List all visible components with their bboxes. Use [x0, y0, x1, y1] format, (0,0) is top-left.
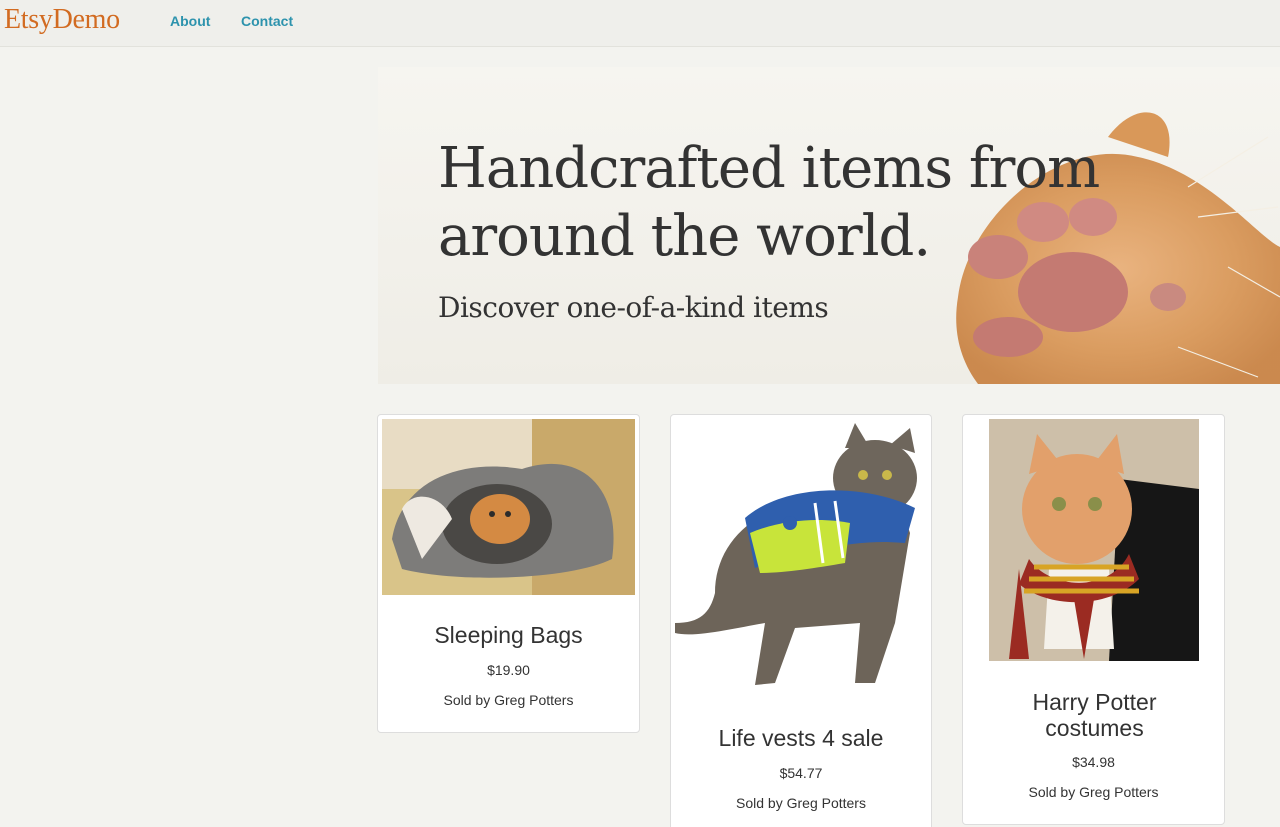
product-seller: Sold by Greg Potters [736, 795, 866, 811]
brand-logo-link[interactable]: EtsyDemo [4, 4, 120, 36]
product-price: $54.77 [779, 765, 823, 781]
product-title[interactable]: Harry Potter costumes [1003, 689, 1186, 741]
product-image-sleeping-bag[interactable] [382, 419, 635, 595]
hero-banner: Handcrafted items from around the world.… [378, 67, 1280, 384]
nav-link-about[interactable]: About [170, 13, 210, 29]
product-image-harry-potter-costume[interactable] [989, 419, 1199, 661]
product-card[interactable]: Life vests 4 sale $54.77 Sold by Greg Po… [670, 414, 932, 827]
product-image-life-vest[interactable] [675, 423, 927, 695]
product-seller: Sold by Greg Potters [1028, 784, 1159, 800]
product-card[interactable]: Harry Potter costumes $34.98 Sold by Gre… [962, 414, 1225, 825]
product-seller: Sold by Greg Potters [443, 692, 574, 708]
product-card[interactable]: Sleeping Bags $19.90 Sold by Greg Potter… [377, 414, 640, 733]
hero-title: Handcrafted items from around the world. [438, 136, 1100, 269]
top-navbar: EtsyDemo About Contact [0, 0, 1280, 47]
product-title[interactable]: Life vests 4 sale [671, 725, 931, 751]
product-title[interactable]: Sleeping Bags [378, 622, 639, 648]
hero-subtitle: Discover one-of-a-kind items [438, 291, 829, 324]
product-price: $34.98 [1072, 754, 1115, 770]
product-price: $19.90 [487, 662, 530, 678]
nav-link-contact[interactable]: Contact [241, 13, 293, 29]
